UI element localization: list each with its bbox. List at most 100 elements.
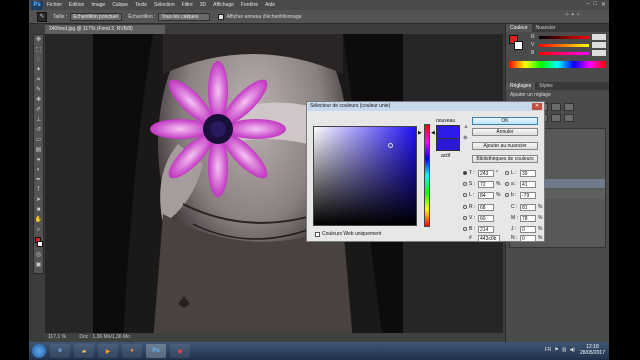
web-safe-warning-icon[interactable]: ◆ <box>463 134 468 141</box>
sampling-ring-checkbox[interactable] <box>218 13 225 20</box>
color-swatches-icon[interactable] <box>34 236 43 250</box>
pen-tool-icon[interactable]: ✒ <box>34 176 43 185</box>
photo-filter-icon[interactable] <box>551 114 561 122</box>
menu-texte[interactable]: Texte <box>135 2 147 8</box>
start-button[interactable] <box>32 344 46 358</box>
language-indicator[interactable]: FR <box>545 347 552 353</box>
color-libraries-button[interactable]: Bibliothèques de couleurs <box>472 155 538 163</box>
type-tool-icon[interactable]: T <box>34 186 43 195</box>
slider-b[interactable]: B <box>531 50 606 56</box>
magic-wand-tool-icon[interactable]: ✦ <box>34 66 43 75</box>
blur-tool-icon[interactable]: ● <box>34 156 43 165</box>
brush-tool-icon[interactable]: ✐ <box>34 106 43 115</box>
cancel-button[interactable]: Annuler <box>472 128 538 136</box>
volume-icon[interactable]: ◀) <box>569 347 575 353</box>
hue-slider-arrow-right-icon[interactable]: ◀ <box>431 130 435 136</box>
web-colors-checkbox[interactable] <box>315 231 320 237</box>
cyan-input[interactable]: 81 <box>520 203 536 211</box>
taskbar-recorder-icon[interactable]: ◉ <box>170 344 190 358</box>
radio-blue[interactable] <box>463 227 467 231</box>
color-spectrum[interactable] <box>509 61 606 68</box>
yellow-input[interactable]: 0 <box>520 225 536 233</box>
menu-selection[interactable]: Sélection <box>154 2 175 8</box>
hand-tool-icon[interactable]: ✋ <box>34 216 43 225</box>
hue-slider-arrow-left-icon[interactable]: ▶ <box>418 130 422 136</box>
lab-a-input[interactable]: 41 <box>520 180 536 188</box>
zoom-level[interactable]: 117,1 % <box>48 334 66 340</box>
add-to-swatches-button[interactable]: Ajouter au nuancier <box>472 142 538 150</box>
hue-slider[interactable] <box>424 124 430 227</box>
history-brush-tool-icon[interactable]: ↺ <box>34 126 43 135</box>
radio-lab-b[interactable] <box>505 193 509 197</box>
menu-image[interactable]: Image <box>91 2 105 8</box>
radio-lab-l[interactable] <box>505 171 509 175</box>
menu-filtre[interactable]: Filtre <box>182 2 193 8</box>
eyedropper-tool-icon[interactable]: ✎ <box>34 86 43 95</box>
lab-l-input[interactable]: 39 <box>520 169 536 177</box>
stamp-tool-icon[interactable]: ⊥ <box>34 116 43 125</box>
gradient-tool-icon[interactable]: ▤ <box>34 146 43 155</box>
clock[interactable]: 12:18 28/05/2017 <box>580 344 605 356</box>
taskbar-media-icon[interactable]: ▶ <box>98 344 118 358</box>
sample-select[interactable]: Tous les calques <box>158 12 211 21</box>
radio-green[interactable] <box>463 216 467 220</box>
tab-styles[interactable]: Styles <box>535 82 557 90</box>
saturation-input[interactable]: 72 <box>478 180 494 188</box>
network-icon[interactable]: ▥ <box>562 347 567 353</box>
taskbar-photoshop-icon[interactable]: Ps <box>146 344 166 358</box>
brightness-input[interactable]: 84 <box>478 191 494 199</box>
red-input[interactable]: 68 <box>478 203 494 211</box>
shape-tool-icon[interactable]: ■ <box>34 206 43 215</box>
channel-mixer-icon[interactable] <box>564 114 574 122</box>
color-field[interactable] <box>313 126 417 226</box>
slider-v[interactable]: V <box>531 42 606 48</box>
minimize-icon[interactable]: – <box>586 1 589 8</box>
lasso-tool-icon[interactable]: ◌ <box>34 56 43 65</box>
taskbar-explorer-icon[interactable]: ▰ <box>74 344 94 358</box>
eyedropper-icon[interactable]: ✎ <box>37 11 47 22</box>
radio-red[interactable] <box>463 205 467 209</box>
move-tool-icon[interactable]: ✥ <box>34 36 43 45</box>
zoom-tool-icon[interactable]: ⌕ <box>34 226 43 235</box>
menu-affichage[interactable]: Affichage <box>213 2 234 8</box>
green-input[interactable]: 60 <box>478 214 494 222</box>
blue-input[interactable]: 214 <box>478 225 494 233</box>
screen-mode-icon[interactable]: ▣ <box>34 261 43 270</box>
close-icon[interactable]: ✕ <box>601 1 606 8</box>
hue-input[interactable]: 243 <box>478 169 494 177</box>
tab-nuancier[interactable]: Nuancier <box>532 24 560 32</box>
vibrance-icon[interactable] <box>564 103 574 111</box>
path-select-tool-icon[interactable]: ➤ <box>34 196 43 205</box>
taskbar-firefox-icon[interactable]: ● <box>122 344 142 358</box>
crop-tool-icon[interactable]: ⌗ <box>34 76 43 85</box>
radio-lab-a[interactable] <box>505 182 509 186</box>
black-input[interactable]: 0 <box>520 234 536 242</box>
menu-fenetre[interactable]: Fenêtre <box>241 2 258 8</box>
menu-fichier[interactable]: Fichier <box>47 2 62 8</box>
slider-r[interactable]: R <box>531 34 606 40</box>
close-icon[interactable]: ✕ <box>532 103 542 110</box>
menu-aide[interactable]: Aide <box>265 2 275 8</box>
radio-brightness[interactable] <box>463 193 467 197</box>
menu-3d[interactable]: 3D <box>200 2 206 8</box>
dodge-tool-icon[interactable]: ◐ <box>34 166 43 175</box>
size-select[interactable]: Échantillon ponctuel <box>70 12 123 21</box>
menu-calque[interactable]: Calque <box>112 2 128 8</box>
tab-couleur[interactable]: Couleur <box>506 24 532 32</box>
flag-icon[interactable]: ⚑ <box>554 347 558 353</box>
taskbar-ie-icon[interactable]: e <box>50 344 70 358</box>
color-field-cursor[interactable] <box>388 143 393 148</box>
marquee-tool-icon[interactable]: ⬚ <box>34 46 43 55</box>
radio-hue[interactable] <box>463 171 467 175</box>
radio-saturation[interactable] <box>463 182 467 186</box>
hex-input[interactable]: 443c0b <box>478 234 500 242</box>
out-of-gamut-warning-icon[interactable]: ▲ <box>463 124 469 130</box>
menu-edition[interactable]: Edition <box>69 2 84 8</box>
lab-b-input[interactable]: -79 <box>520 191 536 199</box>
fg-bg-swatch[interactable] <box>509 35 525 53</box>
maximize-icon[interactable]: □ <box>593 1 597 8</box>
current-color-swatch[interactable] <box>436 138 460 151</box>
ok-button[interactable]: OK <box>472 117 538 125</box>
web-colors-only[interactable]: Couleurs Web uniquement <box>315 231 381 237</box>
tab-reglages[interactable]: Réglages <box>506 82 536 90</box>
